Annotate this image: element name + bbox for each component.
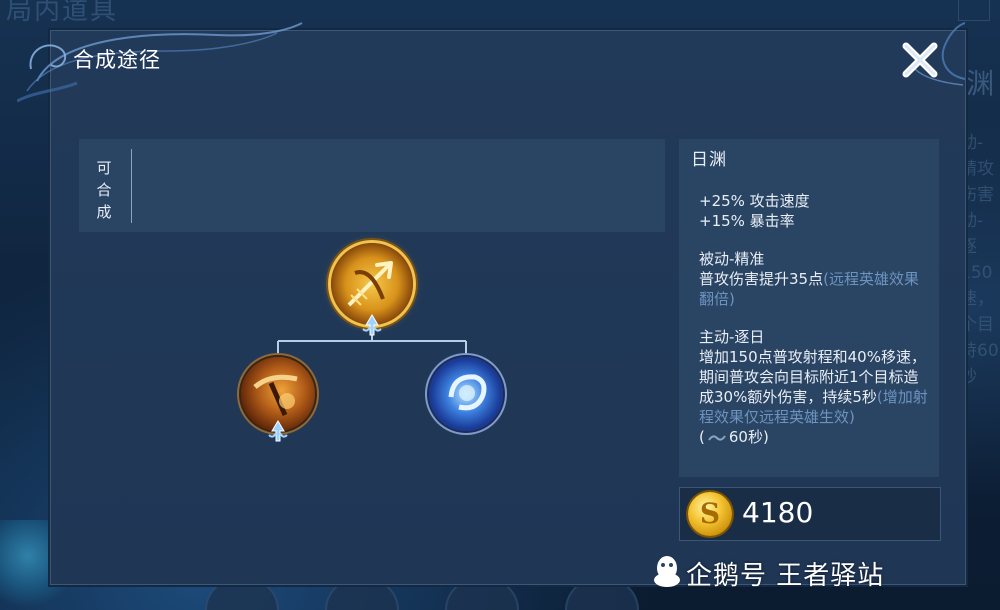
- recipe-tree-lines: [277, 327, 467, 357]
- passive-section: 被动-精准 普攻伤害提升35点(远程英雄效果翻倍): [699, 249, 929, 309]
- cooldown-icon: [708, 434, 726, 441]
- stat-crit-rate: +15% 暴击率: [699, 212, 795, 230]
- crafting-path-dialog: 合成途径 可合成 日渊 +25% 攻击速度 +15% 暴击率 被动-精准 普攻伤…: [17, 22, 966, 585]
- cooldown-open: (: [699, 428, 705, 446]
- item-name: 日渊: [691, 150, 727, 170]
- passive-description: 普攻伤害提升35点: [699, 270, 824, 288]
- stat-attack-speed: +25% 攻击速度: [699, 192, 810, 210]
- cooldown-value: 60秒): [728, 428, 769, 446]
- background-right-title: 渊: [965, 67, 994, 100]
- active-title: 主动-逐日: [699, 328, 765, 346]
- item-stats: +25% 攻击速度 +15% 暴击率: [699, 191, 929, 231]
- blue-orb-icon[interactable]: [429, 357, 503, 431]
- passive-title: 被动-精准: [699, 250, 765, 268]
- price-box: S 4180: [679, 487, 941, 541]
- penguin-icon: [654, 556, 680, 587]
- background-corner-icon: [958, 0, 990, 21]
- item-price: 4180: [742, 496, 814, 529]
- close-x-icon[interactable]: [890, 30, 950, 90]
- gold-coin-icon: S: [688, 492, 732, 536]
- close-button[interactable]: [890, 30, 950, 90]
- watermark-text: 企鹅号 王者驿站: [686, 561, 885, 591]
- background-right-text: 动-精攻伤害动-逐150速，个目持60秒: [960, 133, 999, 387]
- upgrade-arrow-icon: [268, 420, 288, 442]
- item-info-panel: 日渊 +25% 攻击速度 +15% 暴击率 被动-精准 普攻伤害提升35点(远程…: [679, 139, 939, 477]
- blue-orb-glyph: [448, 374, 487, 411]
- upgrade-arrow-icon: [362, 314, 382, 336]
- active-section: 主动-逐日 增加150点普攻射程和40%移速，期间普攻会向目标附近1个目标造成3…: [699, 327, 929, 447]
- coin-symbol: S: [699, 497, 721, 530]
